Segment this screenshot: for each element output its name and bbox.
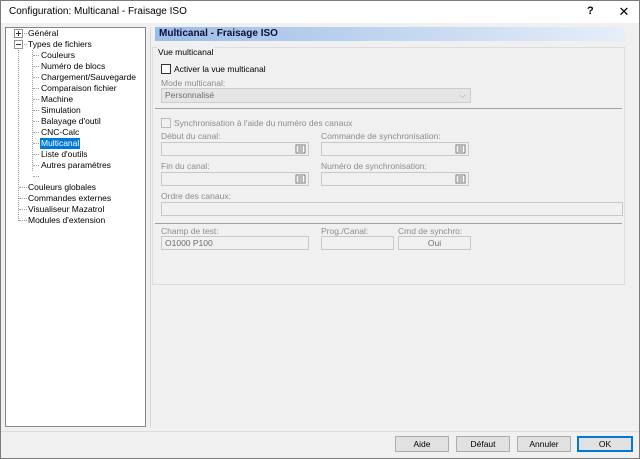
channel-start-label: Début du canal:	[161, 131, 221, 141]
help-icon[interactable]: ?	[587, 5, 594, 17]
tree-line	[33, 176, 39, 177]
tree-item-tool-list[interactable]: Liste d'outils	[40, 149, 89, 160]
mode-label: Mode multicanal:	[161, 78, 226, 88]
sync-cmd-field: Oui	[398, 236, 471, 250]
sync-number-label: Numéro de synchronisation:	[321, 161, 427, 171]
tree-line	[33, 132, 39, 133]
mode-value: Personnalisé	[165, 90, 215, 100]
tree-line	[33, 154, 39, 155]
tree-line	[33, 77, 39, 78]
config-dialog: Configuration: Multicanal - Fraisage ISO…	[0, 0, 640, 459]
tree-item-colors[interactable]: Couleurs	[40, 50, 76, 61]
tree-line	[19, 187, 27, 188]
tree-line	[19, 209, 27, 210]
ok-button[interactable]: OK	[577, 436, 633, 452]
collapse-icon[interactable]	[14, 40, 23, 49]
tree-item-file-types[interactable]: Types de fichiers	[27, 39, 93, 50]
tree-item-simulation[interactable]: Simulation	[40, 105, 82, 116]
edit-icon[interactable]	[295, 174, 307, 184]
channel-order-field[interactable]	[161, 202, 623, 216]
tree-item-tool-sweep[interactable]: Balayage d'outil	[40, 116, 102, 127]
chevron-down-icon: ⌵	[459, 90, 466, 100]
tree-line	[33, 99, 39, 100]
settings-panel: Multicanal - Fraisage ISO Vue multicanal…	[150, 27, 636, 427]
tree-line	[33, 88, 39, 89]
test-field-value: O1000 P100	[165, 238, 213, 248]
close-icon[interactable]: ✕	[609, 1, 639, 23]
tree-item-global-colors[interactable]: Couleurs globales	[27, 182, 97, 193]
tree-item-multichannel[interactable]: Multicanal	[40, 138, 81, 149]
default-button[interactable]: Défaut	[456, 436, 510, 452]
sync-cmd-label: Cmd de synchro:	[398, 226, 463, 236]
tree-item-other-params[interactable]: Autres paramètres	[40, 160, 112, 171]
tree-item-block-numbers[interactable]: Numéro de blocs	[40, 61, 106, 72]
edit-icon[interactable]	[295, 144, 307, 154]
title-bar: Configuration: Multicanal - Fraisage ISO…	[1, 1, 639, 23]
sync-checkbox[interactable]	[161, 118, 171, 128]
tree-item-file-compare[interactable]: Comparaison fichier	[40, 83, 118, 94]
sync-number-field[interactable]	[321, 172, 469, 186]
test-field-label: Champ de test:	[161, 226, 219, 236]
tree-line	[33, 121, 39, 122]
activate-multichannel-label: Activer la vue multicanal	[174, 64, 266, 74]
tree-line	[19, 198, 27, 199]
tree-item-machine[interactable]: Machine	[40, 94, 74, 105]
tree-line	[33, 110, 39, 111]
mode-select[interactable]: Personnalisé ⌵	[161, 88, 471, 103]
channel-end-field[interactable]	[161, 172, 309, 186]
sync-command-label: Commande de synchronisation:	[321, 131, 441, 141]
panel-title: Multicanal - Fraisage ISO	[159, 28, 278, 39]
sync-label: Synchronisation à l'aide du numéro des c…	[174, 118, 353, 128]
tree-line	[33, 143, 39, 144]
cancel-button[interactable]: Annuler	[517, 436, 571, 452]
prog-channel-field	[321, 236, 394, 250]
separator	[155, 223, 622, 224]
activate-multichannel-checkbox[interactable]	[161, 64, 171, 74]
group-title: Vue multicanal	[157, 47, 215, 57]
edit-icon[interactable]	[455, 144, 467, 154]
tree-item-extensions[interactable]: Modules d'extension	[27, 215, 106, 226]
tree-line	[33, 66, 39, 67]
tree-line	[18, 40, 19, 221]
channel-start-field[interactable]	[161, 142, 309, 156]
tree-line	[19, 220, 27, 221]
tree-line	[33, 55, 39, 56]
tree-item-external-commands[interactable]: Commandes externes	[27, 193, 112, 204]
help-button[interactable]: Aide	[395, 436, 449, 452]
edit-icon[interactable]	[455, 174, 467, 184]
prog-channel-label: Prog./Canal:	[321, 226, 369, 236]
tree-item-cnc-calc[interactable]: CNC-Calc	[40, 127, 80, 138]
settings-tree[interactable]: Général Types de fichiers Couleurs Numér…	[5, 27, 146, 427]
channel-end-label: Fin du canal:	[161, 161, 210, 171]
expand-icon[interactable]	[14, 29, 23, 38]
sync-cmd-value: Oui	[427, 238, 442, 248]
window-title: Configuration: Multicanal - Fraisage ISO	[9, 6, 187, 17]
tree-item-mazatrol-viewer[interactable]: Visualiseur Mazatrol	[27, 204, 105, 215]
panel-header: Multicanal - Fraisage ISO	[155, 27, 625, 41]
sync-command-field[interactable]	[321, 142, 469, 156]
test-field[interactable]: O1000 P100	[161, 236, 309, 250]
tree-line	[33, 165, 39, 166]
tree-item-general[interactable]: Général	[27, 28, 59, 39]
footer-separator	[1, 431, 639, 432]
separator	[155, 108, 622, 109]
tree-item-load-save[interactable]: Chargement/Sauvegarde	[40, 72, 137, 83]
channel-order-label: Ordre des canaux:	[161, 191, 231, 201]
